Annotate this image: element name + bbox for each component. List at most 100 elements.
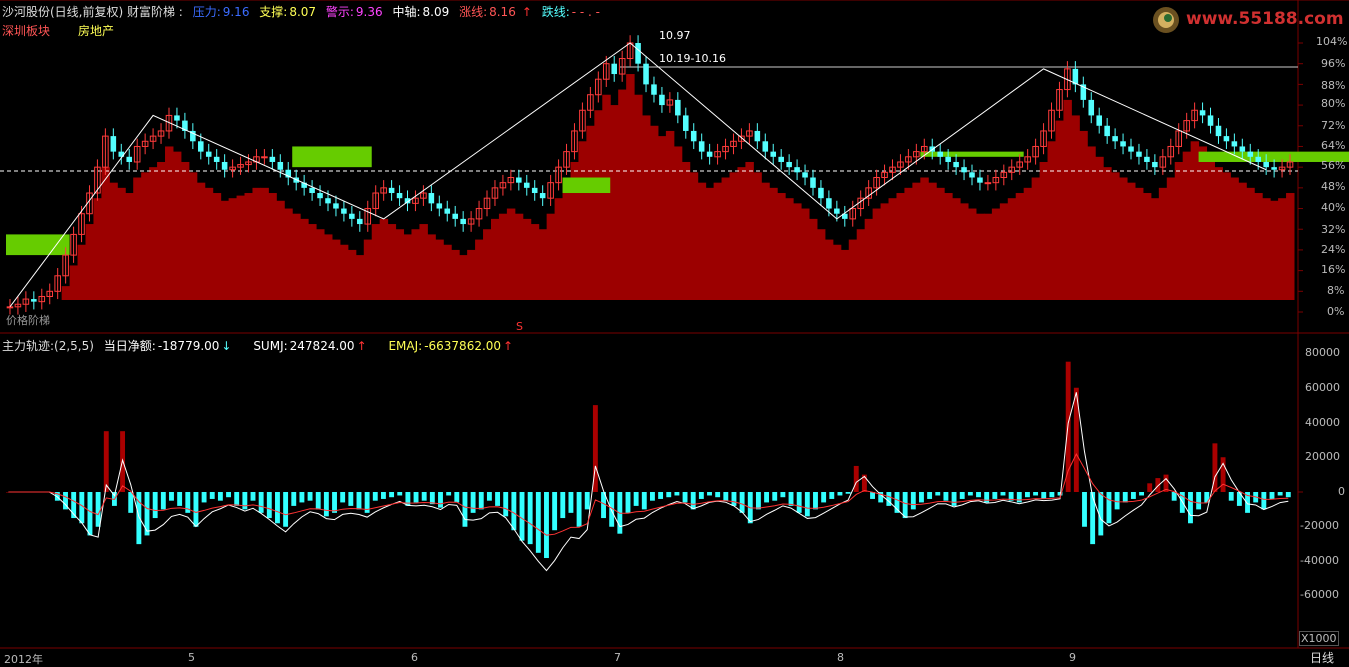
flow-bar [698,492,704,499]
flow-bar [79,492,85,524]
ladder-red-block [252,187,261,300]
flow-bar [356,492,362,510]
ladder-red-block [753,172,762,300]
ladder-red-block [308,224,317,300]
ladder-red-block [220,200,230,300]
stock-title[interactable]: 沙河股份(日线,前复权) 财富阶梯 : [2,5,183,19]
flow-bar [1147,483,1153,492]
ladder-red-block [840,249,850,300]
ladder-red-block [546,213,556,300]
ladder-red-block [1206,156,1215,300]
flow-bar [413,492,419,503]
ladder-red-block [355,255,365,300]
ladder-red-block [419,224,428,300]
support-value: 8.07 [289,5,317,19]
ladder-red-block [157,161,166,300]
ladder-red-block [801,208,810,300]
ladder-red-block [483,229,492,300]
flow-bar [804,492,810,517]
candle-body [1136,151,1142,157]
flow-bar [291,492,297,506]
period-button[interactable]: 日线 [1310,649,1334,666]
ladder-red-block [180,161,190,300]
ladder-green-block [562,177,611,194]
ladder-red-block [443,244,452,300]
y-tick-label: 16% [1321,263,1346,276]
ladder-red-block [1111,172,1120,300]
ladder-red-block [85,224,94,300]
ladder-green-block [6,234,70,256]
ladder-red-block [952,198,961,300]
flow-bar [650,492,655,501]
flow-bar [283,492,289,527]
ladder-red-block [427,234,436,300]
y2-tick-label: 20000 [1305,450,1340,463]
candle-body [198,141,204,152]
flow-bar [731,492,737,506]
ladder-red-block [1222,172,1231,300]
y2-tick-label: 0 [1338,485,1345,498]
candle-body [690,130,697,142]
x-axis-month: 7 [614,651,621,664]
y-tick-label: 88% [1321,79,1346,92]
peak-range-label: 10.19-10.16 [659,52,726,65]
ladder-red-block [403,234,412,300]
flow-bar [1041,492,1047,499]
ladder-red-block [1254,193,1263,300]
ladder-red-block [920,177,929,300]
flow-bar [845,492,851,494]
candle-body [110,136,117,152]
y2-tick-label: 60000 [1305,381,1340,394]
flow-bar [927,492,933,499]
flow-bar [275,492,280,524]
flow-bar [658,492,664,499]
flow-bar [332,492,337,513]
ladder-red-block [1238,182,1247,300]
sector-tag[interactable]: 房地产 [78,22,114,39]
ladder-red-block [204,187,214,300]
candle-body [444,208,451,214]
alert-value: 9.36 [355,5,383,19]
ladder-red-block [983,213,993,300]
ladder-red-block [1039,161,1049,300]
flow-bar [641,492,647,510]
ladder-red-block [1262,198,1271,300]
flow-bar [266,492,272,519]
region-tag[interactable]: 深圳板块 [2,22,50,39]
candle-body [1231,141,1238,147]
ladder-red-block [1071,115,1080,300]
peak-high-label: 10.97 [659,29,691,42]
ladder-red-block [1134,187,1144,300]
ladder-red-block [260,187,269,300]
flow-bar [103,431,109,492]
ladder-red-block [1055,120,1064,300]
down-line-value: - - . - [571,5,601,19]
ladder-red-block [1023,187,1033,300]
ladder-red-block [642,115,651,300]
flow-bar [454,492,460,503]
emaj-label: EMAJ: [388,339,423,353]
flow-bar [160,492,166,510]
flow-bar [128,492,134,513]
indicator-title[interactable]: 主力轨迹:(2,5,5) [2,339,94,353]
flow-bar [1196,492,1202,510]
flow-bar [910,492,916,510]
flow-bar [992,492,998,499]
flow-bar [633,492,639,506]
ladder-red-block [912,182,921,300]
ladder-red-block [149,167,158,300]
flow-bar [250,492,256,501]
ladder-red-block [459,255,468,300]
ladder-red-block [618,89,627,300]
ladder-red-block [165,146,174,300]
flow-bar [886,492,892,506]
ladder-red-block [705,187,715,300]
ladder-red-block [737,167,746,300]
ladder-red-block [1190,141,1200,300]
flow-bar [764,492,770,503]
ladder-red-block [93,198,102,300]
candle-body [1096,115,1102,126]
ladder-red-block [1063,99,1072,301]
candle-body [396,193,403,199]
candle-body [349,213,355,219]
